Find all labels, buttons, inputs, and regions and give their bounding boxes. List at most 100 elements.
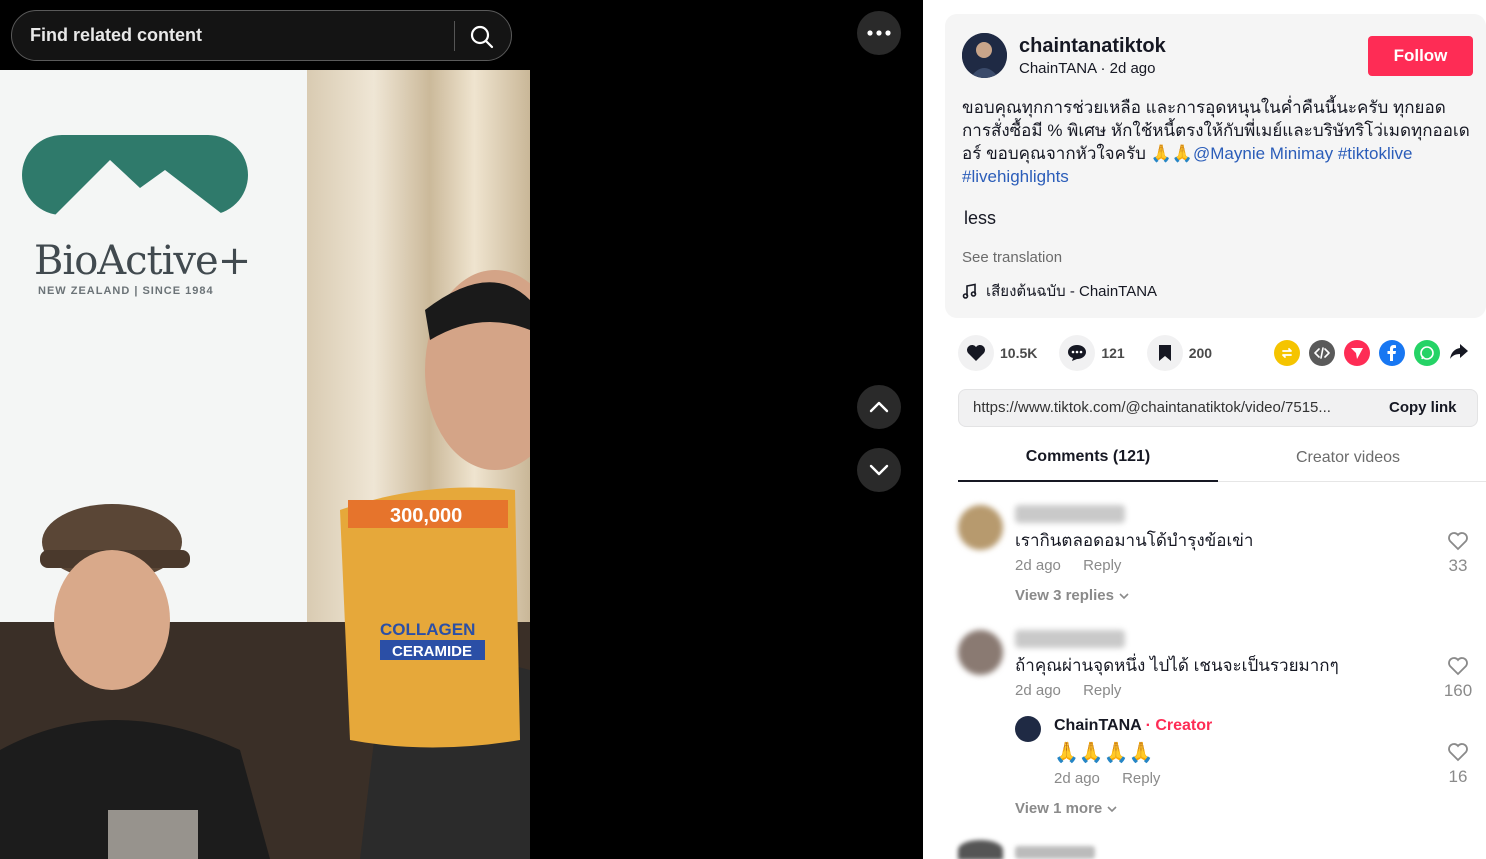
commenter-name-blurred[interactable] [1015,630,1125,648]
music-note-icon [962,283,977,299]
music-link[interactable]: เสียงต้นฉบับ - ChainTANA [962,279,1157,303]
next-commenter-name-blurred[interactable] [1015,846,1095,859]
repost-icon[interactable] [1274,340,1300,366]
bag-label-ceramide: CERAMIDE [392,643,472,660]
author-subline: ChainTANA · 2d ago [1019,60,1156,77]
brand-subtitle: NEW ZEALAND | SINCE 1984 [38,285,214,297]
bookmark-icon [1158,345,1171,361]
tab-comments[interactable]: Comments (121) [958,434,1218,482]
chevron-down-icon [1119,593,1129,600]
mention-link[interactable]: @Maynie Minimay [1193,144,1333,163]
search-bar[interactable]: Find related content [11,10,512,61]
like-button[interactable] [958,335,994,371]
post-caption: ขอบคุณทุกการช่วยเหลือ และการอุดหนุนในค่ำ… [962,96,1472,188]
creator-badge: Creator [1155,717,1213,734]
comment-text: ถ้าคุณผ่านจุดหนึ่ง ไปได้ เชนจะเป็นรวยมาก… [1015,656,1339,675]
view-more-label: View 1 more [1015,800,1103,817]
action-bar: 10.5K 121 200 [958,334,1234,372]
hashtag-tiktoklive[interactable]: #tiktoklive [1338,144,1413,163]
see-translation-link[interactable]: See translation [962,249,1062,266]
reply-button[interactable]: Reply [1083,682,1121,699]
brand-name: BioActive+ [34,238,251,284]
author-username[interactable]: chaintanatiktok [1019,35,1166,58]
bag-top-label: 300,000 [390,505,462,527]
video-player[interactable]: BioActive+ NEW ZEALAND | SINCE 1984 300,… [0,70,530,859]
whatsapp-icon[interactable] [1414,340,1440,366]
heart-outline-icon[interactable] [1447,531,1469,551]
video-pane: BioActive+ NEW ZEALAND | SINCE 1984 300,… [0,0,923,859]
view-replies-label: View 3 replies [1015,587,1114,604]
copy-link-button[interactable]: Copy link [1389,399,1457,416]
creator-name[interactable]: ChainTANA [1054,717,1141,734]
comment-meta: 2d ago Reply [1015,557,1139,574]
share-buttons [1274,340,1469,366]
more-options-button[interactable] [857,11,901,55]
reply-button[interactable]: Reply [1122,770,1160,787]
comment-text: เรากินตลอดอมานโด้บำรุงข้อเข่า [1015,531,1254,550]
app-root: BioActive+ NEW ZEALAND | SINCE 1984 300,… [0,0,1486,859]
heart-outline-icon[interactable] [1447,656,1469,676]
previous-video-button[interactable] [857,385,901,429]
like-count: 10.5K [1000,345,1038,361]
panel-tabs: Comments (121) Creator videos [958,434,1486,482]
next-commenter-avatar[interactable] [958,840,1003,859]
dot-separator: · [1100,60,1110,77]
author-display-name[interactable]: ChainTANA [1019,60,1096,77]
save-action[interactable]: 200 [1146,335,1213,371]
presenter-woman [0,504,270,859]
post-time: 2d ago [1109,60,1156,77]
comment-like-count: 33 [1448,556,1468,575]
comment-like-count: 160 [1443,681,1473,700]
search-icon[interactable] [468,23,496,51]
send-icon[interactable] [1344,340,1370,366]
search-divider [454,21,455,51]
save-button[interactable] [1146,335,1183,371]
comment-action[interactable]: 121 [1059,335,1125,371]
follow-button[interactable]: Follow [1368,36,1473,76]
side-panel: chaintanatiktok ChainTANA · 2d ago Follo… [923,0,1486,859]
comment-time: 2d ago [1015,682,1061,699]
share-more-icon[interactable] [1449,342,1469,365]
tab-creator-videos[interactable]: Creator videos [1218,434,1478,482]
view-more-replies-button[interactable]: View 1 more [1015,800,1118,817]
facebook-icon[interactable] [1379,340,1405,366]
heart-icon [967,345,985,361]
reply-text: 🙏🙏🙏🙏 [1054,742,1154,764]
view-replies-button[interactable]: View 3 replies [1015,587,1130,604]
save-count: 200 [1188,345,1213,361]
video-url[interactable]: https://www.tiktok.com/@chaintanatiktok/… [973,399,1373,416]
reply-like[interactable]: 16 [1438,742,1478,787]
commenter-avatar[interactable] [958,630,1003,675]
bag-label-collagen: COLLAGEN [380,620,475,639]
commenter-name-blurred[interactable] [1015,505,1125,523]
comment-like[interactable]: 160 [1438,656,1478,701]
reply-button[interactable]: Reply [1083,557,1121,574]
creator-reply-header: ChainTANA · Creator [1054,717,1212,735]
creator-reply: ChainTANA · Creator 🙏🙏🙏🙏 2d ago Reply 16 [1015,716,1478,796]
like-action[interactable]: 10.5K [958,335,1037,371]
creator-avatar[interactable] [1015,716,1041,742]
hashtag-livehighlights[interactable]: #livehighlights [962,167,1069,186]
reply-like-count: 16 [1448,767,1468,786]
next-video-button[interactable] [857,448,901,492]
collapse-caption-button[interactable]: less [964,208,996,229]
more-dots-icon [867,30,891,36]
comment-meta: 2d ago Reply [1015,682,1139,699]
heart-outline-icon[interactable] [1447,742,1469,762]
search-input[interactable]: Find related content [30,25,202,46]
reply-time: 2d ago [1054,770,1100,787]
author-avatar[interactable] [962,33,1007,78]
copy-link-box: https://www.tiktok.com/@chaintanatiktok/… [958,389,1478,427]
brand-logo [22,135,248,220]
comment-button[interactable] [1059,335,1096,371]
creator-badge-sep: · [1145,717,1156,734]
commenter-avatar[interactable] [958,505,1003,550]
comment-item: ถ้าคุณผ่านจุดหนึ่ง ไปได้ เชนจะเป็นรวยมาก… [958,630,1478,700]
comment-item: เรากินตลอดอมานโด้บำรุงข้อเข่า 2d ago Rep… [958,505,1478,615]
embed-icon[interactable] [1309,340,1335,366]
comment-bubble-icon [1068,345,1087,361]
comment-like[interactable]: 33 [1438,531,1478,576]
chevron-down-icon [869,464,889,476]
post-info-card: chaintanatiktok ChainTANA · 2d ago Follo… [945,14,1486,318]
music-title: เสียงต้นฉบับ - ChainTANA [986,283,1158,300]
